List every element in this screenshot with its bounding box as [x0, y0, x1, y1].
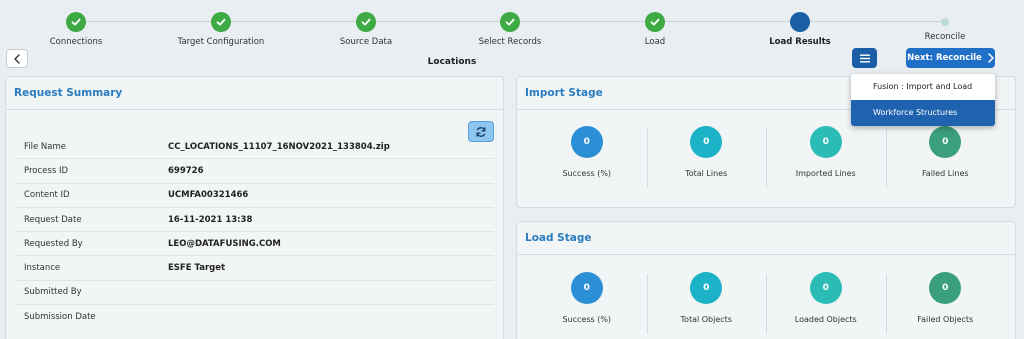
pending-step-dot: [941, 18, 949, 26]
chevron-right-icon: [988, 53, 994, 63]
import-metrics: 0 Success (%) 0 Total Lines 0 Imported L…: [527, 126, 1006, 188]
metric-value: 0: [570, 272, 603, 304]
metric-failed-objects: 0 Failed Objects: [885, 272, 1006, 334]
page-title: Locations: [427, 57, 477, 67]
metric-success: 0 Success (%): [527, 126, 647, 178]
metric-label: Failed Objects: [917, 315, 974, 324]
metric-value: 0: [929, 272, 962, 304]
load-stage-panel: Load Stage 0 Success (%) 0 Total Objects…: [516, 221, 1016, 339]
metric-total-lines: 0 Total Lines: [646, 126, 767, 188]
next-button-label: Next: Reconcile: [907, 53, 982, 63]
row-key: Request Date: [24, 214, 82, 225]
row-value: LEO@DATAFUSING.COM: [168, 238, 281, 249]
step-label: Reconcile: [924, 32, 966, 42]
step-load-results[interactable]: Load Results: [730, 12, 870, 47]
step-label: Load Results: [769, 37, 831, 47]
load-metrics: 0 Success (%) 0 Total Objects 0 Loaded O…: [527, 272, 1006, 334]
step-label: Target Configuration: [177, 37, 265, 47]
metric-label: Success (%): [562, 169, 612, 178]
summary-table: File Name CC_LOCATIONS_11107_16NOV2021_13…: [16, 135, 494, 329]
step-load[interactable]: Load: [585, 12, 725, 47]
metric-label: Loaded Objects: [794, 315, 857, 324]
row-value: CC_LOCATIONS_11107_16NOV2021_133804.zip: [168, 141, 390, 152]
check-icon: [356, 12, 376, 32]
metric-success: 0 Success (%): [527, 272, 647, 324]
row-value: UCMFA00321466: [168, 190, 249, 201]
summary-row: Submitted By: [16, 281, 494, 306]
metric-imported-lines: 0 Imported Lines: [766, 126, 886, 188]
row-value: 699726: [168, 165, 204, 176]
summary-row: File Name CC_LOCATIONS_11107_16NOV2021_13…: [16, 135, 494, 160]
step-target-configuration[interactable]: Target Configuration: [151, 12, 291, 47]
step-label: Source Data: [339, 37, 393, 47]
step-reconcile[interactable]: Reconcile: [875, 12, 1015, 42]
summary-row: Submission Date: [16, 305, 494, 329]
menu-item-workforce-structures[interactable]: Workforce Structures: [851, 100, 995, 126]
summary-row: Request Date 16-11-2021 13:38: [16, 208, 494, 233]
metric-label: Total Objects: [680, 315, 732, 324]
step-select-records[interactable]: Select Records: [440, 12, 580, 47]
metric-value: 0: [929, 126, 962, 158]
check-icon: [500, 12, 520, 32]
step-source-data[interactable]: Source Data: [296, 12, 436, 47]
row-key: Requested By: [24, 238, 83, 249]
metric-label: Total Lines: [685, 169, 728, 178]
next-reconcile-button[interactable]: Next: Reconcile: [906, 48, 995, 68]
metric-value: 0: [690, 126, 723, 158]
summary-row: Requested By LEO@DATAFUSING.COM: [16, 232, 494, 257]
list-icon: [859, 54, 870, 62]
metric-label: Imported Lines: [795, 169, 856, 178]
check-icon: [66, 12, 86, 32]
metric-value: 0: [809, 126, 842, 158]
row-key: Instance: [24, 263, 61, 274]
summary-row: Process ID 699726: [16, 159, 494, 184]
row-key: Process ID: [24, 165, 68, 176]
panel-title: Request Summary: [6, 77, 503, 110]
panel-title: Load Stage: [517, 222, 1015, 255]
metric-label: Success (%): [562, 315, 612, 324]
metric-value: 0: [690, 272, 723, 304]
metric-loaded-objects: 0 Loaded Objects: [766, 272, 886, 334]
row-key: Submitted By: [24, 287, 82, 298]
row-key: Content ID: [24, 190, 70, 201]
metric-value: 0: [570, 126, 603, 158]
metric-value: 0: [809, 272, 842, 304]
step-label: Connections: [49, 37, 103, 47]
metric-total-objects: 0 Total Objects: [646, 272, 767, 334]
current-step-dot: [790, 12, 810, 32]
actions-dropdown-menu: Fusion : Import and Load Workforce Struc…: [851, 74, 995, 126]
row-value: ESFE Target: [168, 263, 226, 274]
check-icon: [211, 12, 231, 32]
row-value: 16-11-2021 13:38: [168, 214, 253, 225]
request-summary-panel: Request Summary File Name CC_LOCATIONS_11…: [5, 76, 504, 339]
metric-label: Failed Lines: [921, 169, 969, 178]
metric-failed-lines: 0 Failed Lines: [885, 126, 1006, 188]
check-icon: [645, 12, 665, 32]
menu-item-fusion-import-and-load[interactable]: Fusion : Import and Load: [851, 74, 995, 100]
row-key: File Name: [24, 141, 67, 152]
row-key: Submission Date: [24, 312, 96, 323]
step-connections[interactable]: Connections: [6, 12, 146, 47]
summary-row: Content ID UCMFA00321466: [16, 184, 494, 208]
menu-button[interactable]: [852, 48, 877, 68]
step-label: Load: [644, 37, 666, 47]
progress-stepper: Connections Target Configuration Source …: [0, 0, 1024, 50]
step-label: Select Records: [478, 37, 542, 47]
summary-row: Instance ESFE Target: [16, 256, 494, 281]
